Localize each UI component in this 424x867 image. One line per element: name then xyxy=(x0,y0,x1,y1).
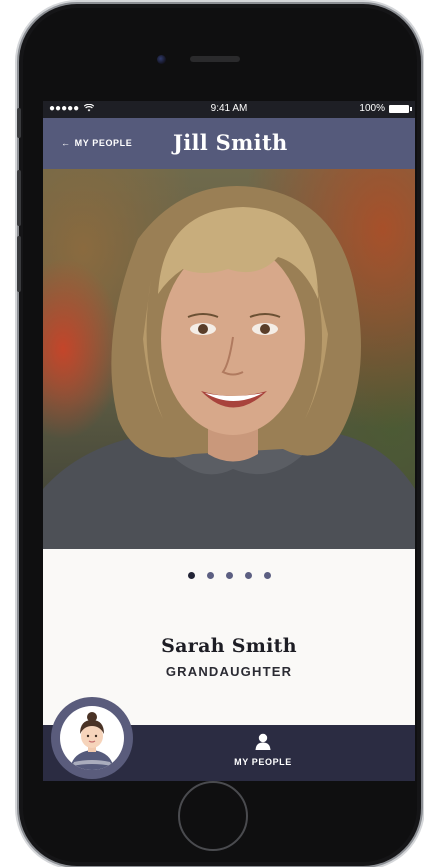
tab-my-people-label: MY PEOPLE xyxy=(234,757,292,767)
avatar xyxy=(60,706,124,770)
person-relationship: GRANDAUGHTER xyxy=(165,664,293,679)
person-icon xyxy=(255,733,271,750)
pagination-dot[interactable] xyxy=(187,572,195,579)
phone-screen: ●●●●● 9:41 AM 100% ← MY PEOPLE Jill Smit… xyxy=(43,101,415,781)
tab-my-people[interactable]: MY PEOPLE xyxy=(223,733,303,767)
person-photo[interactable] xyxy=(43,169,415,549)
portrait-image xyxy=(43,186,415,549)
person-name: Sarah Smith xyxy=(161,635,297,657)
user-avatar-button[interactable] xyxy=(51,697,133,779)
home-button[interactable] xyxy=(178,781,248,851)
battery-status: 100% xyxy=(359,103,412,114)
status-bar: ●●●●● 9:41 AM 100% xyxy=(43,101,415,118)
front-camera xyxy=(157,55,166,64)
user-avatar-icon xyxy=(70,712,114,770)
pagination-dot[interactable] xyxy=(263,572,271,579)
battery-icon xyxy=(389,104,412,113)
earpiece-speaker xyxy=(190,56,240,62)
page-title: Jill Smith xyxy=(173,130,288,155)
pagination-dot[interactable] xyxy=(206,572,214,579)
back-button[interactable]: ← MY PEOPLE xyxy=(61,138,132,148)
pagination-dot[interactable] xyxy=(244,572,252,579)
pagination-dot[interactable] xyxy=(225,572,233,579)
volume-up-button xyxy=(17,170,21,226)
volume-down-button xyxy=(17,236,21,292)
battery-percent: 100% xyxy=(359,103,385,114)
back-button-label: MY PEOPLE xyxy=(74,138,133,148)
photo-pagination xyxy=(43,572,415,579)
back-arrow-icon: ← xyxy=(61,138,71,148)
mute-switch xyxy=(17,108,21,138)
navigation-bar: ← MY PEOPLE Jill Smith xyxy=(43,118,415,169)
